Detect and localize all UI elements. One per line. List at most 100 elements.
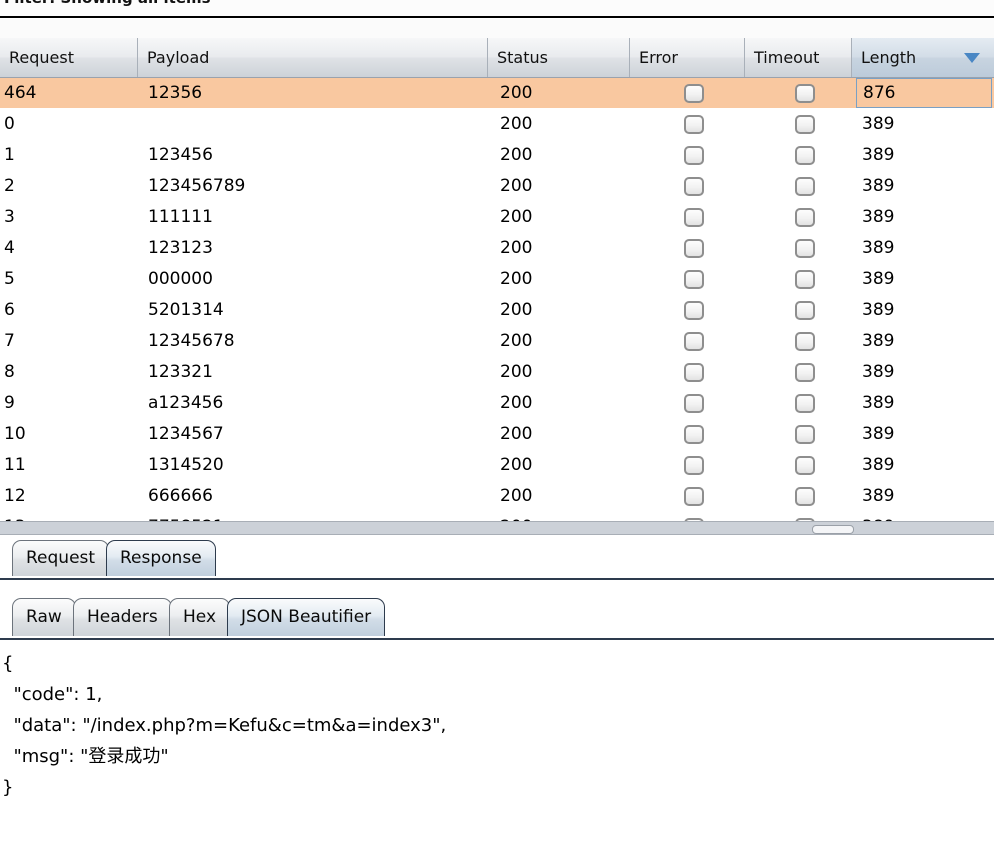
error-checkbox[interactable]: [684, 487, 704, 506]
cell-request: 4: [4, 233, 134, 263]
cell-error: [630, 202, 745, 232]
cell-timeout: [745, 202, 852, 232]
timeout-checkbox[interactable]: [795, 146, 815, 165]
error-checkbox[interactable]: [684, 177, 704, 196]
error-checkbox[interactable]: [684, 301, 704, 320]
cell-error: [630, 419, 745, 449]
table-row[interactable]: 12666666200389: [0, 481, 994, 512]
cell-payload: 1314520: [148, 450, 484, 480]
cell-status: 200: [500, 295, 624, 325]
error-checkbox[interactable]: [684, 208, 704, 227]
column-header-length[interactable]: Length: [852, 38, 994, 77]
cell-status: 200: [500, 140, 624, 170]
cell-error: [630, 233, 745, 263]
cell-timeout: [745, 140, 852, 170]
timeout-checkbox[interactable]: [795, 487, 815, 506]
cell-status: 200: [500, 233, 624, 263]
cell-payload: 5201314: [148, 295, 484, 325]
table-row[interactable]: 9a123456200389: [0, 388, 994, 419]
error-checkbox[interactable]: [684, 332, 704, 351]
cell-error: [630, 78, 745, 108]
cell-timeout: [745, 233, 852, 263]
table-row[interactable]: 5000000200389: [0, 264, 994, 295]
tab-label: Headers: [87, 607, 158, 627]
tab-json-beautifier[interactable]: JSON Beautifier: [227, 598, 385, 636]
table-row[interactable]: 46412356200876: [0, 78, 994, 109]
error-checkbox[interactable]: [684, 239, 704, 258]
cell-timeout: [745, 326, 852, 356]
timeout-checkbox[interactable]: [795, 239, 815, 258]
error-checkbox[interactable]: [684, 84, 704, 103]
error-checkbox[interactable]: [684, 270, 704, 289]
table-row[interactable]: 4123123200389: [0, 233, 994, 264]
table-body[interactable]: 4641235620087602003891123456200389212345…: [0, 78, 994, 523]
column-header-status[interactable]: Status: [488, 38, 630, 77]
horizontal-splitter[interactable]: [0, 521, 994, 535]
cell-status: 200: [500, 171, 624, 201]
tab-hex[interactable]: Hex: [169, 598, 230, 636]
table-row[interactable]: 8123321200389: [0, 357, 994, 388]
view-tabstrip: Raw Headers Hex JSON Beautifier: [0, 596, 994, 640]
tab-response[interactable]: Response: [106, 540, 216, 576]
error-checkbox[interactable]: [684, 115, 704, 134]
tab-request[interactable]: Request: [12, 540, 109, 576]
json-beautifier-content[interactable]: { "code": 1, "data": "/index.php?m=Kefu&…: [0, 640, 994, 842]
error-checkbox[interactable]: [684, 146, 704, 165]
cell-timeout: [745, 295, 852, 325]
table-row[interactable]: 712345678200389: [0, 326, 994, 357]
cell-payload: 111111: [148, 202, 484, 232]
table-row[interactable]: 1123456200389: [0, 140, 994, 171]
table-row[interactable]: 0200389: [0, 109, 994, 140]
column-header-payload[interactable]: Payload: [138, 38, 488, 77]
cell-length: 389: [862, 450, 988, 480]
attack-results-table[interactable]: RequestPayloadStatusErrorTimeoutLength 4…: [0, 38, 994, 523]
tab-label: Request: [26, 548, 95, 568]
cell-request: 10: [4, 419, 134, 449]
timeout-checkbox[interactable]: [795, 115, 815, 134]
error-checkbox[interactable]: [684, 425, 704, 444]
timeout-checkbox[interactable]: [795, 270, 815, 289]
column-header-error[interactable]: Error: [630, 38, 745, 77]
cell-status: 200: [500, 419, 624, 449]
column-header-timeout[interactable]: Timeout: [745, 38, 852, 77]
table-row[interactable]: 65201314200389: [0, 295, 994, 326]
cell-length: 389: [862, 295, 988, 325]
timeout-checkbox[interactable]: [795, 332, 815, 351]
cell-payload: 123456789: [148, 171, 484, 201]
cell-payload: [148, 109, 484, 139]
error-checkbox[interactable]: [684, 363, 704, 382]
splitter-grip-icon[interactable]: [812, 525, 854, 534]
message-tabs[interactable]: Request Response: [0, 538, 994, 580]
cell-length: 389: [862, 109, 988, 139]
timeout-checkbox[interactable]: [795, 363, 815, 382]
column-header-request[interactable]: Request: [0, 38, 138, 77]
cell-timeout: [745, 357, 852, 387]
tab-label: Hex: [183, 607, 216, 627]
error-checkbox[interactable]: [684, 394, 704, 413]
view-tabs[interactable]: Raw Headers Hex JSON Beautifier: [0, 596, 994, 640]
timeout-checkbox[interactable]: [795, 177, 815, 196]
cell-length: 389: [862, 140, 988, 170]
cell-request: 2: [4, 171, 134, 201]
table-row[interactable]: 2123456789200389: [0, 171, 994, 202]
cell-status: 200: [500, 78, 624, 108]
cell-request: 464: [4, 78, 134, 108]
timeout-checkbox[interactable]: [795, 208, 815, 227]
cell-error: [630, 109, 745, 139]
timeout-checkbox[interactable]: [795, 84, 815, 103]
tab-headers[interactable]: Headers: [73, 598, 172, 636]
table-row[interactable]: 111314520200389: [0, 450, 994, 481]
table-row[interactable]: 101234567200389: [0, 419, 994, 450]
timeout-checkbox[interactable]: [795, 301, 815, 320]
sort-descending-icon[interactable]: [964, 53, 980, 63]
filter-bar[interactable]: Filter: Showing all items: [0, 0, 994, 18]
timeout-checkbox[interactable]: [795, 394, 815, 413]
cell-request: 9: [4, 388, 134, 418]
timeout-checkbox[interactable]: [795, 425, 815, 444]
cell-error: [630, 140, 745, 170]
table-row[interactable]: 3111111200389: [0, 202, 994, 233]
error-checkbox[interactable]: [684, 456, 704, 475]
tab-raw[interactable]: Raw: [12, 598, 76, 636]
cell-payload: 123456: [148, 140, 484, 170]
timeout-checkbox[interactable]: [795, 456, 815, 475]
